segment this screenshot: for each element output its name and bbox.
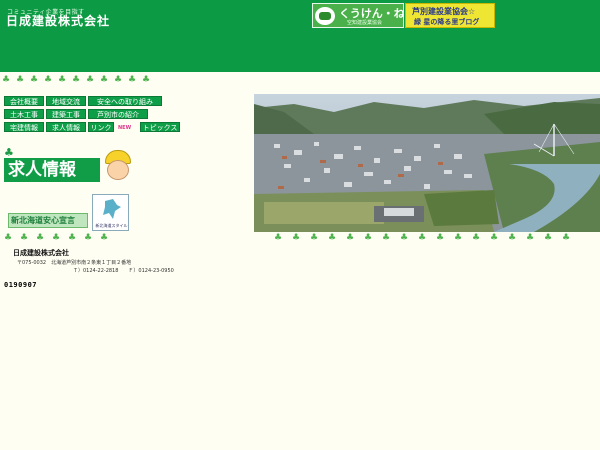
anshin-declaration-banner[interactable]: 新北海道安心宣言	[8, 213, 88, 228]
clover-icon: ♣	[544, 233, 553, 243]
clover-icon: ♣	[364, 233, 373, 243]
clover-icon: ♣	[4, 233, 13, 243]
nav-civil-works[interactable]: 土木工事	[4, 109, 44, 119]
clover-icon: ♣	[100, 233, 109, 243]
helmet-icon	[315, 7, 335, 25]
new-badge: NEW	[118, 125, 132, 131]
recruitment-banner-label: 求人情報	[4, 158, 100, 182]
clover-icon: ♣	[20, 233, 29, 243]
clover-icon: ♣	[274, 233, 283, 243]
town-panorama-image	[254, 94, 600, 232]
nav-safety[interactable]: 安全への取り組み	[88, 96, 162, 106]
clover-icon: ♣	[418, 233, 427, 243]
clover-icon: ♣	[58, 75, 67, 85]
nav-ashibetsu-intro[interactable]: 芦別市の紹介	[88, 109, 148, 119]
clover-icon: ♣	[44, 75, 53, 85]
footer-address: 〒075-0032 北海道芦別市南２条東１丁目２番地	[17, 260, 132, 266]
clover-icon: ♣	[400, 233, 409, 243]
clover-icon: ♣	[310, 233, 319, 243]
nav-construction-works[interactable]: 建築工事	[46, 109, 86, 119]
nav-community[interactable]: 地域交流	[46, 96, 86, 106]
town-panorama-photo	[254, 94, 600, 232]
nav-topics[interactable]: トピックス	[140, 122, 180, 132]
recruitment-banner[interactable]: ♣ 求人情報	[4, 146, 131, 186]
footer-company-name: 日成建設株式会社	[13, 249, 69, 257]
footer-phone-fax: Ｔ）0124-22-2818 Ｆ）0124-23-0950	[73, 268, 174, 274]
clover-icon: ♣	[128, 75, 137, 85]
hokkaido-style-logo[interactable]: 新北海道スタイル	[92, 194, 129, 231]
clover-icon: ♣	[100, 75, 109, 85]
hokkaido-style-label: 新北海道スタイル	[95, 223, 128, 228]
kuuken-banner-subtitle: 空知建設業協会	[347, 20, 383, 26]
visitor-counter: 0190907	[4, 281, 38, 289]
face-icon	[107, 160, 129, 180]
kuuken-net-banner[interactable]: くうけん・ねっと 空知建設業協会	[312, 3, 404, 28]
ashibetsu-blog-banner[interactable]: 芦別建設業協会☆ 緑 星の降る里ブログ	[405, 3, 495, 28]
clover-divider: ♣ ♣ ♣ ♣ ♣ ♣ ♣ ♣ ♣ ♣ ♣ ♣ ♣ ♣ ♣ ♣ ♣	[274, 234, 596, 243]
clover-icon: ♣	[114, 75, 123, 85]
nav-company-profile[interactable]: 会社概要	[4, 96, 44, 106]
clover-icon: ♣	[382, 233, 391, 243]
clover-icon: ♣	[84, 233, 93, 243]
blog-banner-line1: 芦別建設業協会☆	[412, 7, 476, 16]
clover-divider: ♣ ♣ ♣ ♣ ♣ ♣ ♣	[4, 233, 132, 243]
header-bar: コミュニティ企業を目指す 日成建設株式会社 くうけん・ねっと 空知建設業協会 芦…	[0, 0, 600, 72]
clover-icon: ♣	[142, 75, 151, 85]
clover-icon: ♣	[52, 233, 61, 243]
blog-banner-line2: 緑 星の降る里ブログ	[414, 18, 480, 26]
clover-icon: ♣	[72, 75, 81, 85]
clover-icon: ♣	[68, 233, 77, 243]
clover-divider: ♣ ♣ ♣ ♣ ♣ ♣ ♣ ♣ ♣ ♣ ♣	[2, 74, 167, 86]
clover-icon: ♣	[562, 233, 571, 243]
clover-icon: ♣	[490, 233, 499, 243]
clover-icon: ♣	[36, 233, 45, 243]
clover-icon: ♣	[292, 233, 301, 243]
clover-icon: ♣	[454, 233, 463, 243]
nav-links[interactable]: リンク	[88, 122, 114, 132]
clover-icon: ♣	[30, 75, 39, 85]
nav-real-estate[interactable]: 宅建情報	[4, 122, 44, 132]
clover-icon: ♣	[472, 233, 481, 243]
clover-icon: ♣	[86, 75, 95, 85]
clover-icon: ♣	[508, 233, 517, 243]
clover-icon: ♣	[16, 75, 25, 85]
clover-icon: ♣	[2, 75, 11, 85]
clover-icon: ♣	[346, 233, 355, 243]
clover-icon: ♣	[328, 233, 337, 243]
nav-recruitment[interactable]: 求人情報	[46, 122, 86, 132]
clover-icon: ♣	[436, 233, 445, 243]
hokkaido-map-icon	[103, 199, 121, 219]
clover-icon: ♣	[526, 233, 535, 243]
worker-character-icon	[102, 150, 132, 184]
company-logo[interactable]: 日成建設株式会社	[6, 12, 110, 29]
